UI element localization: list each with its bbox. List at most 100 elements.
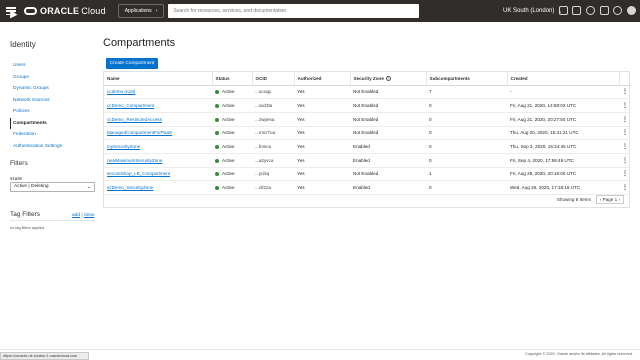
- status-cell: Active: [212, 167, 252, 182]
- row-actions-menu-icon[interactable]: ⋮: [619, 153, 631, 168]
- active-status-icon: [215, 185, 219, 190]
- oracle-cloud-logo[interactable]: ORACLE Cloud: [24, 6, 106, 16]
- created-cell: -: [507, 85, 619, 100]
- profile-avatar-icon[interactable]: [627, 6, 636, 15]
- tag-add-link[interactable]: add: [72, 213, 80, 218]
- compartment-name-link[interactable]: ccdemo (root): [104, 85, 212, 100]
- compartment-name-link[interactable]: ccDemo_Compartment: [104, 98, 212, 113]
- applications-button[interactable]: Applications ›: [117, 4, 165, 18]
- language-globe-icon[interactable]: [613, 6, 622, 15]
- row-actions-menu-icon[interactable]: ⋮: [619, 85, 631, 100]
- security-zone-cell: Not Enabled: [350, 126, 426, 141]
- row-actions-menu-icon[interactable]: ⋮: [619, 139, 631, 154]
- compartment-name-link[interactable]: szDemo_SecurityZone: [104, 180, 212, 195]
- column-header-actions: [619, 72, 631, 86]
- status-cell: Active: [212, 85, 252, 100]
- ocid-cell[interactable]: ...ctl22a: [252, 180, 294, 195]
- create-compartment-button[interactable]: Create Compartment: [106, 58, 158, 69]
- sidebar-item-compartments[interactable]: Compartments: [10, 117, 95, 129]
- cloud-shell-icon[interactable]: [559, 6, 568, 15]
- active-status-icon: [215, 131, 219, 136]
- row-actions-menu-icon[interactable]: ⋮: [619, 98, 631, 113]
- announcements-icon[interactable]: [572, 6, 581, 15]
- security-zone-cell: Enabled: [350, 180, 426, 195]
- column-header-authorized: Authorized: [294, 72, 351, 86]
- security-zone-cell: Not Enabled: [350, 112, 426, 127]
- status-text: Active: [222, 171, 235, 177]
- info-icon[interactable]: ?: [385, 75, 391, 81]
- sidebar-item-policies[interactable]: Policies: [10, 106, 95, 118]
- column-header-ocid: OCID: [252, 72, 295, 86]
- sidebar-item-network-sources[interactable]: Network Sources: [10, 95, 95, 107]
- security-zone-cell: Not Enabled: [350, 85, 426, 100]
- subcompartments-cell: 7: [426, 85, 507, 100]
- status-text: Active: [222, 89, 235, 95]
- page-number-text: Page 1: [602, 197, 618, 202]
- sidebar-item-users[interactable]: Users: [10, 60, 95, 72]
- previous-page-icon[interactable]: ‹: [600, 197, 602, 202]
- status-text: Active: [222, 157, 235, 163]
- ocid-cell[interactable]: ...mnz7ua: [252, 126, 294, 141]
- table-row: ccdemo (root) Active ...ucxqp Yes Not En…: [104, 85, 631, 100]
- subcompartments-cell: 0: [426, 153, 507, 168]
- active-status-icon: [215, 117, 219, 122]
- security-zone-cell: Enabled: [350, 139, 426, 154]
- row-actions-menu-icon[interactable]: ⋮: [619, 167, 631, 182]
- authorized-cell: Yes: [294, 112, 350, 127]
- ocid-cell[interactable]: ...ucxqp: [252, 85, 294, 100]
- row-actions-menu-icon[interactable]: ⋮: [619, 180, 631, 195]
- compartment-name-link[interactable]: ccDemo_RestrictedAccess: [104, 112, 212, 127]
- created-cell: Fri, Aug 21, 2020, 14:58:02 UTC: [507, 98, 619, 113]
- subcompartments-cell: 0: [426, 126, 507, 141]
- sidebar-item-authentication-settings[interactable]: Authentication Settings: [10, 141, 95, 153]
- ocid-cell[interactable]: ...fmsca: [252, 139, 294, 154]
- table-row: newMaximumSecurityZone Active ...a2yvca …: [104, 153, 631, 168]
- status-cell: Active: [212, 112, 252, 127]
- row-actions-menu-icon[interactable]: ⋮: [619, 112, 631, 127]
- compartment-name-link[interactable]: newMaximumSecurityZone: [104, 153, 212, 168]
- filters-heading: Filters: [10, 160, 28, 167]
- no-tag-filters-text: no tag filters applied: [10, 226, 44, 230]
- tag-clear-link[interactable]: clear: [84, 213, 94, 218]
- table-pagination: Showing 8 Items ‹ Page 1 ›: [557, 195, 624, 204]
- column-header-created[interactable]: Created: [507, 72, 620, 86]
- active-status-icon: [215, 103, 219, 108]
- state-filter-select[interactable]: Active | Deleting ⌄: [10, 182, 95, 192]
- created-cell: Thu, Aug 20, 2020, 15:41:21 UTC: [507, 126, 619, 141]
- ocid-cell[interactable]: ...ycikq: [252, 167, 294, 182]
- ocid-cell[interactable]: ...a2yvca: [252, 153, 294, 168]
- column-header-name[interactable]: Name: [104, 72, 213, 86]
- logo-brand: ORACLE: [40, 6, 80, 16]
- sidebar-item-dynamic-groups[interactable]: Dynamic Groups: [10, 83, 95, 95]
- compartments-table: Name Status OCID Authorized Security Zon…: [103, 71, 631, 208]
- status-text: Active: [222, 103, 235, 109]
- created-cell: Wed, Aug 26, 2020, 17:18:16 UTC: [507, 180, 619, 195]
- tag-filters-heading: Tag Filters: [10, 211, 40, 218]
- search-input[interactable]: Search for resources, services, and docu…: [168, 4, 420, 18]
- table-row: ManagedCompartmentForPaaS Active ...mnz7…: [104, 126, 631, 141]
- authorized-cell: Yes: [294, 98, 350, 113]
- compartment-name-link[interactable]: secureShop_LB_Compartment: [104, 167, 212, 182]
- subcompartments-cell: 1: [426, 167, 507, 182]
- next-page-icon[interactable]: ›: [618, 197, 620, 202]
- authorized-cell: Yes: [294, 180, 350, 195]
- compartment-name-link[interactable]: ManagedCompartmentForPaaS: [104, 126, 212, 141]
- row-actions-menu-icon[interactable]: ⋮: [619, 126, 631, 141]
- security-zone-cell: Not Enabled: [350, 167, 426, 182]
- status-cell: Active: [212, 153, 252, 168]
- region-selector[interactable]: UK South (London) ⌄: [503, 0, 562, 22]
- chat-icon[interactable]: [600, 6, 609, 15]
- active-status-icon: [215, 172, 219, 177]
- ocid-cell[interactable]: ...zwpesa: [252, 112, 294, 127]
- column-header-status: Status: [212, 72, 253, 86]
- compartment-name-link[interactable]: mySecurityZone: [104, 139, 212, 154]
- pagination-control: ‹ Page 1 ›: [595, 195, 624, 204]
- sidebar-item-groups[interactable]: Groups: [10, 72, 95, 84]
- table-row: secureShop_LB_Compartment Active ...ycik…: [104, 167, 631, 182]
- ocid-cell[interactable]: ...xxd3ta: [252, 98, 294, 113]
- sidebar-item-federation[interactable]: Federation: [10, 129, 95, 141]
- divider: [10, 220, 95, 221]
- help-icon[interactable]: [586, 6, 595, 15]
- authorized-cell: Yes: [294, 126, 350, 141]
- tag-filter-actions: add | clear: [72, 213, 94, 218]
